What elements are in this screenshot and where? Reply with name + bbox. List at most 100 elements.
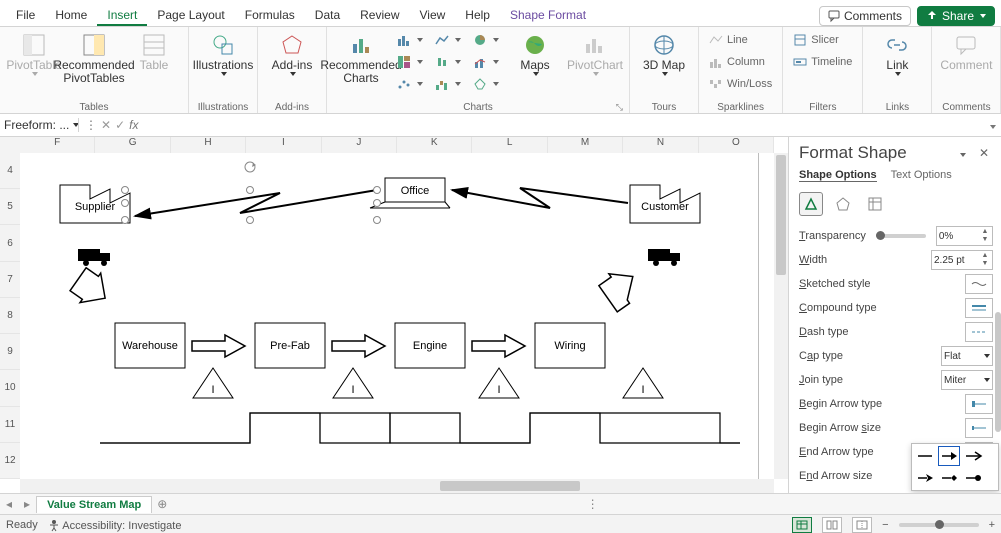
tab-split-grip[interactable]: ⋮ [172,494,1001,514]
maps-button[interactable]: Maps [507,29,563,76]
sheet-tab-active[interactable]: Value Stream Map [36,496,152,513]
select-all-button[interactable] [0,137,21,154]
pane-close-button[interactable]: ✕ [975,146,993,160]
shape-block-arrow-3[interactable] [472,335,525,357]
shape-wiring[interactable]: Wiring [535,323,605,368]
zoom-in-button[interactable]: + [989,519,995,531]
3dmap-button[interactable]: 3D Map [636,29,692,76]
begin-arrow-type-dropdown[interactable] [965,394,993,414]
join-dropdown[interactable]: Miter [941,370,993,390]
begin-arrow-size-dropdown[interactable] [965,418,993,438]
tab-review[interactable]: Review [350,4,409,26]
tab-nav-next[interactable]: ▸ [18,497,36,511]
shape-office[interactable]: Office [370,178,450,208]
value-stream-diagram[interactable]: Supplier Customer Office [20,153,775,483]
tab-formulas[interactable]: Formulas [235,4,305,26]
pane-category-size[interactable] [863,192,887,216]
tab-file[interactable]: File [6,4,45,26]
shape-supplier[interactable]: Supplier [60,185,130,223]
tab-nav-prev[interactable]: ◂ [0,497,18,511]
view-page-layout-button[interactable] [822,517,842,533]
horizontal-scrollbar[interactable] [20,479,774,493]
recommended-pivottables-button[interactable]: Recommended PivotTables [66,29,122,85]
width-input[interactable]: 2.25 pt▲▼ [931,250,993,270]
comment-button[interactable]: Comment [938,29,994,72]
timeline-button[interactable]: Timeline [789,51,856,73]
shape-inventory-1[interactable]: I [193,368,233,398]
shape-inventory-2[interactable]: I [333,368,373,398]
shape-inventory-3[interactable]: I [479,368,519,398]
shape-inventory-4[interactable]: I [623,368,663,398]
arrowhead-open[interactable] [963,447,983,465]
shape-block-arrow-2[interactable] [332,335,385,357]
addins-button[interactable]: Add-ins [264,29,320,76]
shape-timeline[interactable] [100,413,740,443]
pane-scrollbar[interactable] [995,222,1001,493]
shape-engine[interactable]: Engine [395,323,465,368]
illustrations-button[interactable]: Illustrations [195,29,251,76]
arrowhead-gallery-popup[interactable] [911,443,999,491]
shape-block-arrow-1[interactable] [192,335,245,357]
accessibility-status[interactable]: Accessibility: Investigate [48,519,182,532]
arrowhead-triangle[interactable] [939,447,959,465]
chart-line-button[interactable] [431,29,465,51]
worksheet-canvas[interactable]: Supplier Customer Office [20,153,774,479]
chart-hierarchy-button[interactable] [393,51,427,73]
enter-icon[interactable]: ✓ [115,118,125,132]
view-normal-button[interactable] [792,517,812,533]
fx-icon[interactable]: fx [129,118,138,132]
dash-dropdown[interactable] [965,322,993,342]
tab-shape-format[interactable]: Shape Format [500,4,596,26]
compound-dropdown[interactable] [965,298,993,318]
chart-statistic-button[interactable] [431,51,465,73]
cap-dropdown[interactable]: Flat [941,346,993,366]
shape-timeline-actual[interactable] [100,413,740,443]
pane-category-effects[interactable] [831,192,855,216]
chart-waterfall-button[interactable] [431,73,465,95]
vertical-scrollbar[interactable] [774,153,788,479]
shape-push-arrow-out[interactable] [597,263,645,313]
arrowhead-stealth[interactable] [915,469,935,487]
share-button[interactable]: Share [917,6,995,26]
shape-customer[interactable]: Customer [630,185,700,223]
formula-input[interactable] [144,115,983,135]
pane-options-button[interactable] [953,146,971,160]
chart-combo-button[interactable] [469,51,503,73]
pivotchart-button[interactable]: PivotChart [567,29,623,76]
tab-data[interactable]: Data [305,4,350,26]
arrowhead-none[interactable] [915,447,935,465]
sparkline-winloss-button[interactable]: Win/Loss [705,73,776,95]
shape-push-arrow-in[interactable] [68,265,116,313]
zoom-slider[interactable] [899,523,979,527]
shape-prefab[interactable]: Pre-Fab [255,323,325,368]
table-button[interactable]: Table [126,29,182,72]
arrowhead-oval[interactable] [963,469,983,487]
chart-column-button[interactable] [393,29,427,51]
slicer-button[interactable]: Slicer [789,29,856,51]
name-box[interactable]: Freeform: ... [0,118,79,132]
view-page-break-button[interactable] [852,517,872,533]
truck-icon-customer[interactable] [648,249,680,266]
sparkline-column-button[interactable]: Column [705,51,776,73]
arrowhead-diamond[interactable] [939,469,959,487]
transparency-input[interactable]: 0%▲▼ [936,226,993,246]
tab-home[interactable]: Home [45,4,97,26]
transparency-slider[interactable] [876,234,926,238]
chart-scatter-button[interactable] [393,73,427,95]
zoom-out-button[interactable]: − [882,519,888,531]
new-sheet-button[interactable]: ⊕ [152,497,172,511]
pane-tab-shape-options[interactable]: Shape Options [799,169,877,182]
shape-info-arrow-customer[interactable] [452,188,628,208]
cancel-icon[interactable]: ✕ [101,118,111,132]
recommended-charts-button[interactable]: Recommended Charts [333,29,389,85]
truck-icon-supplier[interactable] [78,249,110,266]
sketched-dropdown[interactable] [965,274,993,294]
row-headers[interactable]: 456789101112 [0,153,21,479]
namebox-more-icon[interactable]: ⋮ [85,118,97,132]
comments-button[interactable]: Comments [819,6,911,26]
chart-pie-button[interactable] [469,29,503,51]
tab-insert[interactable]: Insert [97,4,147,26]
chart-radar-button[interactable] [469,73,503,95]
link-button[interactable]: Link [869,29,925,76]
pane-category-fill-line[interactable] [799,192,823,216]
